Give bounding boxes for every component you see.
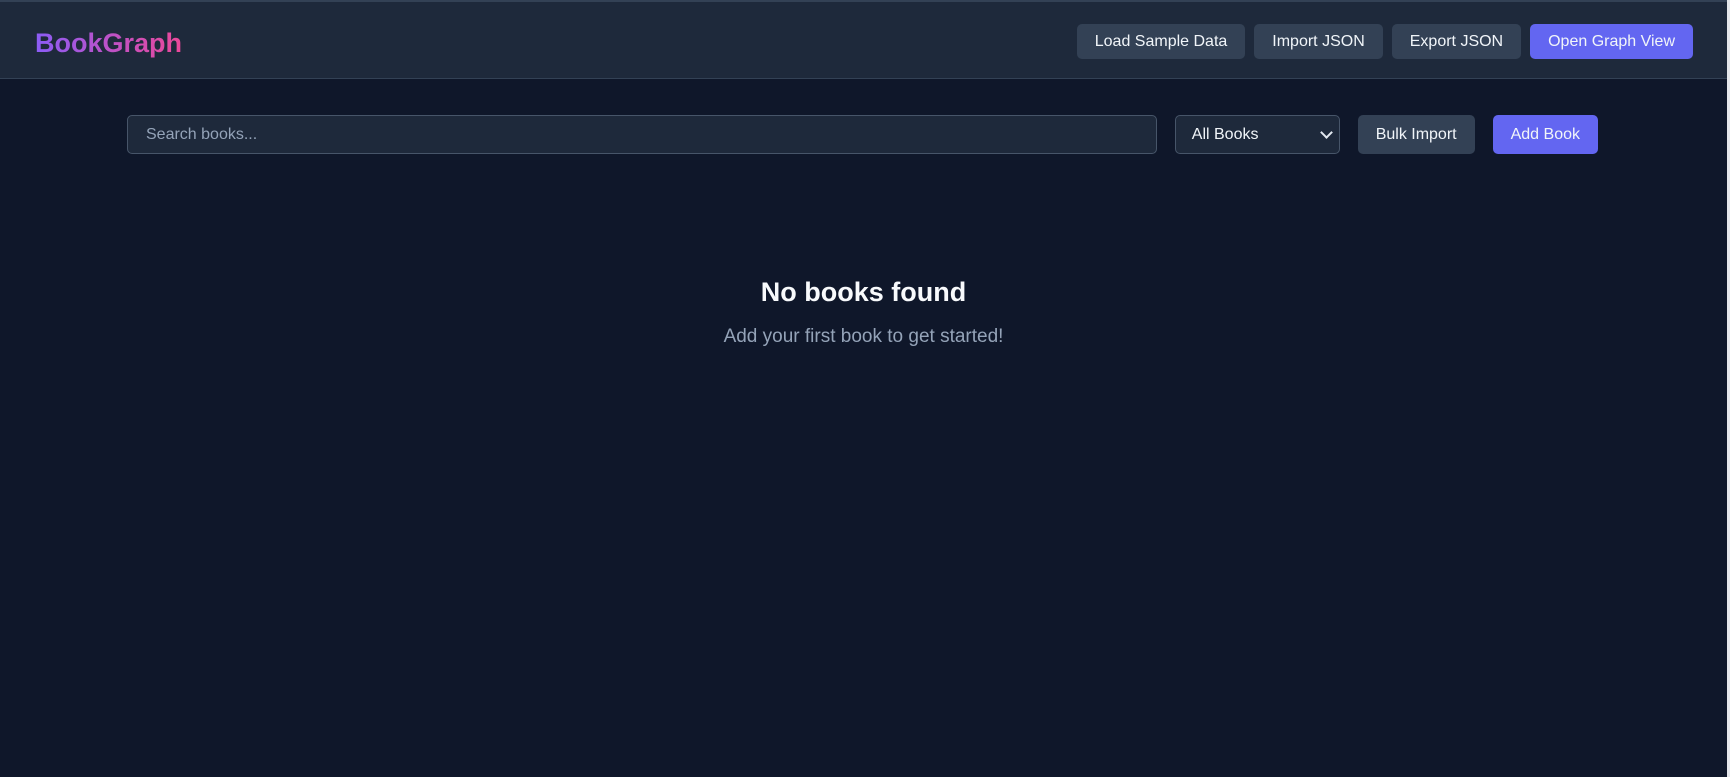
app-logo[interactable]: BookGraph (35, 26, 182, 60)
import-json-button[interactable]: Import JSON (1254, 24, 1383, 59)
empty-state-subtitle: Add your first book to get started! (723, 326, 1004, 347)
empty-state: No books found Add your first book to ge… (0, 272, 1727, 352)
book-filter-select[interactable]: All Books (1174, 115, 1340, 154)
empty-state-title: No books found (760, 277, 967, 307)
app-page: BookGraph Load Sample Data Import JSON E… (0, 0, 1730, 777)
header-actions: Load Sample Data Import JSON Export JSON… (1076, 24, 1693, 59)
bulk-import-button[interactable]: Bulk Import (1357, 115, 1475, 154)
open-graph-view-button[interactable]: Open Graph View (1530, 24, 1693, 59)
search-input[interactable] (127, 115, 1157, 154)
export-json-button[interactable]: Export JSON (1391, 24, 1522, 59)
top-header: BookGraph Load Sample Data Import JSON E… (0, 0, 1727, 79)
books-toolbar: All Books Bulk Import Add Book (127, 115, 1598, 154)
chevron-down-icon (1319, 126, 1333, 139)
add-book-button[interactable]: Add Book (1492, 115, 1598, 154)
load-sample-data-button[interactable]: Load Sample Data (1076, 24, 1246, 59)
book-filter-selected-value: All Books (1191, 125, 1259, 143)
